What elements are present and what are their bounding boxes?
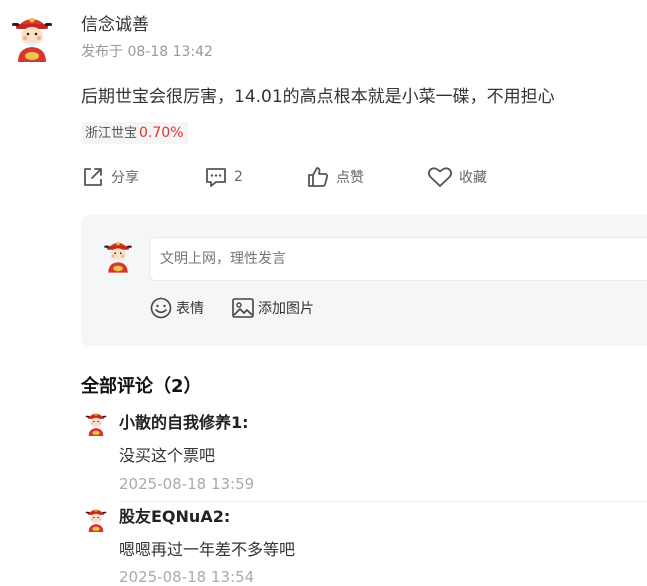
- add-image-label: 添加图片: [258, 301, 314, 317]
- post-content: 后期世宝会很厉害，14.01的高点根本就是小菜一碟，不用担心: [81, 87, 555, 107]
- author-avatar[interactable]: [10, 12, 54, 64]
- caishen-avatar-icon: [85, 412, 107, 437]
- caishen-avatar-icon: [11, 17, 53, 63]
- caishen-avatar-icon: [85, 508, 107, 533]
- comment-text: 嗯嗯再过一年差不多等吧: [119, 540, 296, 559]
- heart-icon: [427, 167, 453, 187]
- comment-time: 2025-08-18 13:54: [119, 568, 255, 586]
- share-icon: [84, 168, 102, 186]
- comment-button[interactable]: 2: [204, 164, 243, 190]
- stock-name: 浙江世宝: [85, 126, 138, 141]
- reply-avatar: [102, 238, 134, 274]
- favorite-label: 收藏: [459, 170, 487, 186]
- emoji-icon: [150, 297, 172, 319]
- emoji-button[interactable]: 表情: [150, 296, 204, 320]
- comment-time: 2025-08-18 13:59: [119, 475, 255, 493]
- favorite-button[interactable]: 收藏: [427, 164, 487, 190]
- commenter-name[interactable]: 股友EQNuA2:: [119, 503, 230, 527]
- emoji-label: 表情: [176, 301, 204, 317]
- stock-tag[interactable]: 浙江世宝 0.70%: [81, 122, 188, 144]
- like-label: 点赞: [336, 170, 364, 186]
- post-time: 发布于 08-18 13:42: [81, 44, 213, 60]
- share-button[interactable]: 分享: [81, 164, 139, 190]
- author-name[interactable]: 信念诚善: [81, 10, 149, 35]
- share-label: 分享: [111, 170, 139, 186]
- stock-change: 0.70%: [139, 125, 184, 141]
- comment-count: 2: [234, 169, 243, 185]
- comment-divider: [119, 501, 647, 502]
- comment-text: 没买这个票吧: [119, 446, 216, 465]
- caishen-avatar-icon: [103, 241, 133, 273]
- image-icon: [232, 298, 254, 318]
- commenter-avatar[interactable]: [84, 506, 108, 533]
- comments-title: 全部评论（2）: [81, 376, 202, 397]
- commenter-name[interactable]: 小散的自我修养1:: [119, 409, 249, 433]
- comment-icon: [206, 168, 226, 187]
- add-image-button[interactable]: 添加图片: [232, 296, 314, 320]
- reply-input[interactable]: [149, 237, 647, 281]
- like-button[interactable]: 点赞: [306, 164, 364, 190]
- commenter-avatar[interactable]: [84, 410, 108, 437]
- thumbs-up-icon: [308, 167, 328, 187]
